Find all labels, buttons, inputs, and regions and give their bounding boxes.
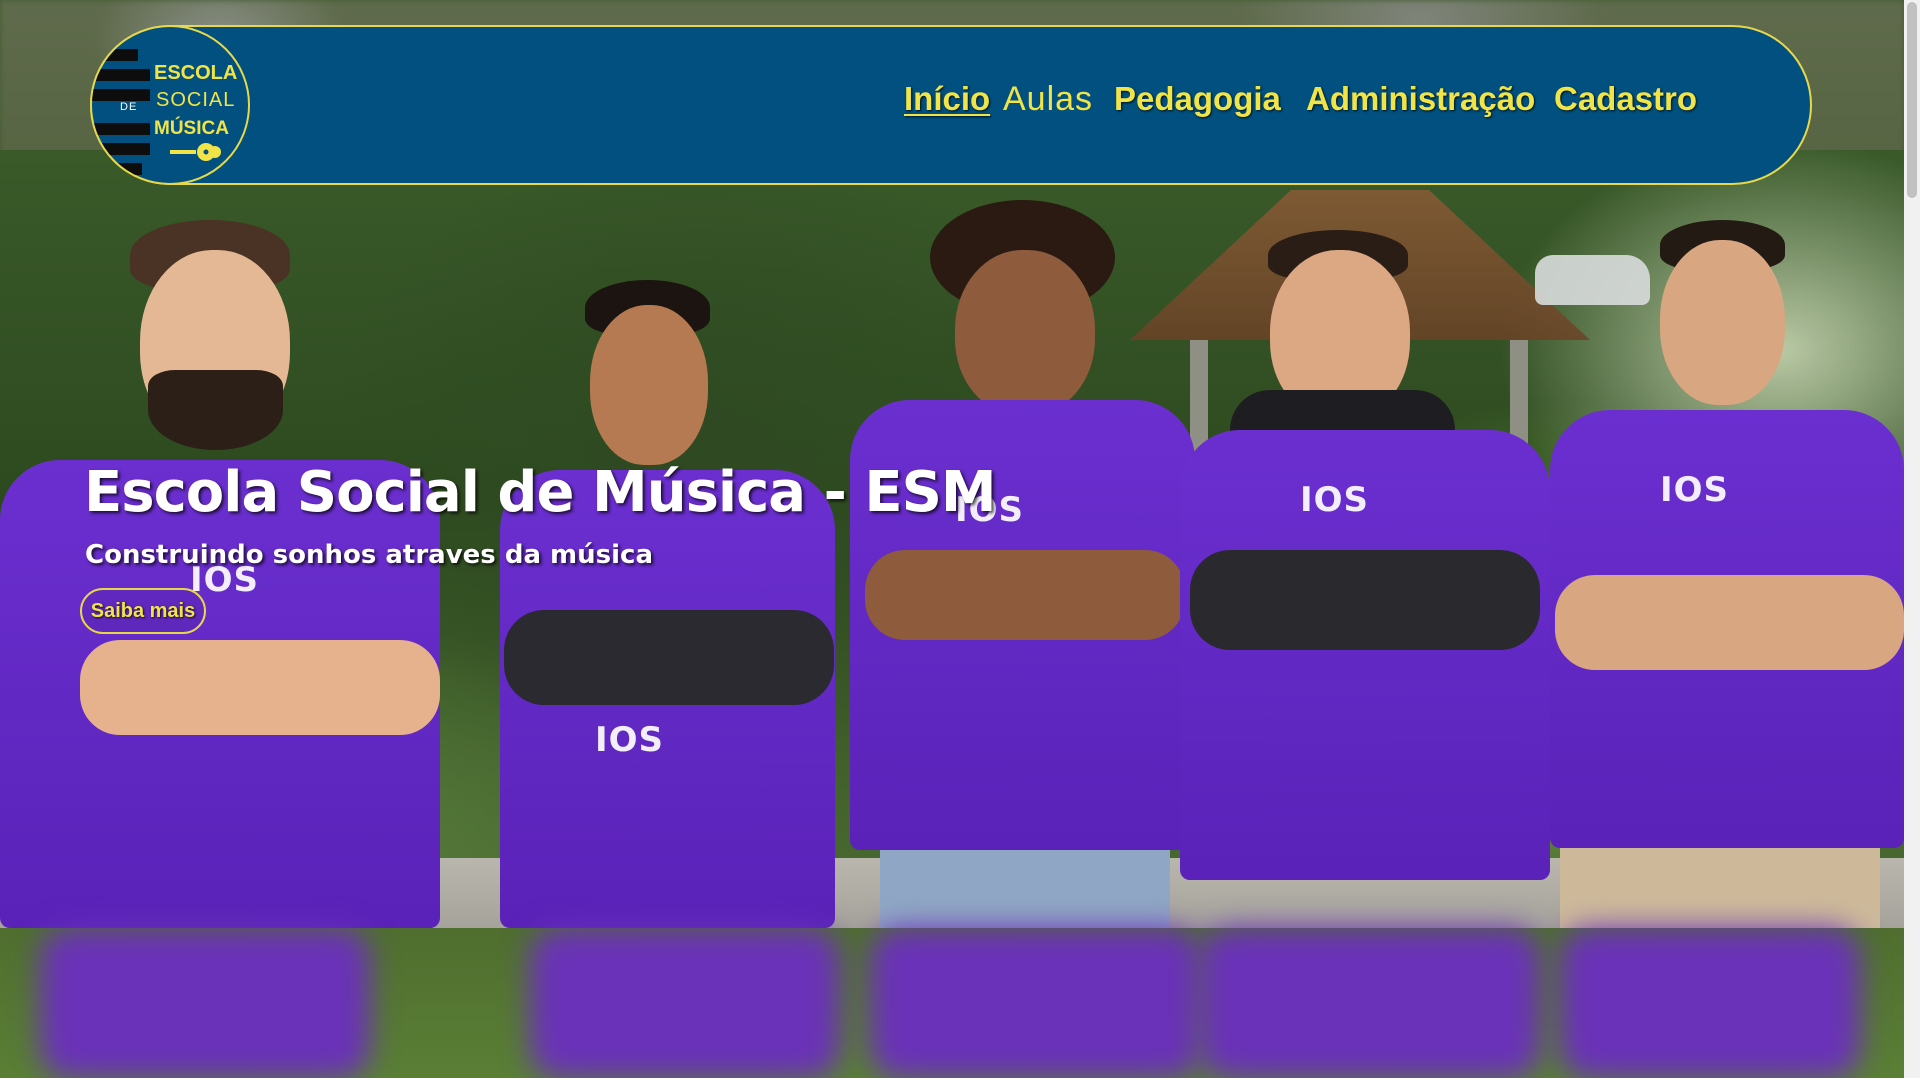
vertical-scrollbar[interactable] [1904, 0, 1920, 1078]
main-nav: Início Aulas Pedagogia Administração Cad… [0, 80, 1920, 124]
person: IOS [850, 200, 1200, 928]
person: IOS [0, 220, 450, 928]
saiba-mais-button[interactable]: Saiba mais [80, 588, 206, 634]
hero-subtitle: Construindo sonhos atraves da música [85, 540, 653, 570]
person: IOS [1550, 220, 1904, 928]
nav-cadastro[interactable]: Cadastro [1554, 80, 1697, 118]
blur-shirt [870, 928, 1200, 1078]
blur-shirt [1200, 928, 1540, 1078]
nav-pedagogia[interactable]: Pedagogia [1114, 80, 1281, 118]
nav-inicio[interactable]: Início [904, 80, 990, 118]
page: IOS IOS IOS IOS IOS Escola Social de Mús… [0, 0, 1920, 1078]
nav-aulas[interactable]: Aulas [1003, 80, 1093, 119]
blur-shirt [40, 928, 370, 1078]
guitar-icon [170, 143, 221, 161]
hero-photo: IOS IOS IOS IOS IOS [0, 150, 1904, 928]
scrollbar-thumb[interactable] [1907, 2, 1917, 198]
nav-administracao[interactable]: Administração [1306, 80, 1535, 118]
person: IOS [500, 280, 840, 928]
person: IOS [1180, 230, 1550, 928]
blur-shirt [1560, 928, 1860, 1078]
hero-title: Escola Social de Música - ESM [84, 460, 997, 525]
blur-shirt [530, 928, 840, 1078]
